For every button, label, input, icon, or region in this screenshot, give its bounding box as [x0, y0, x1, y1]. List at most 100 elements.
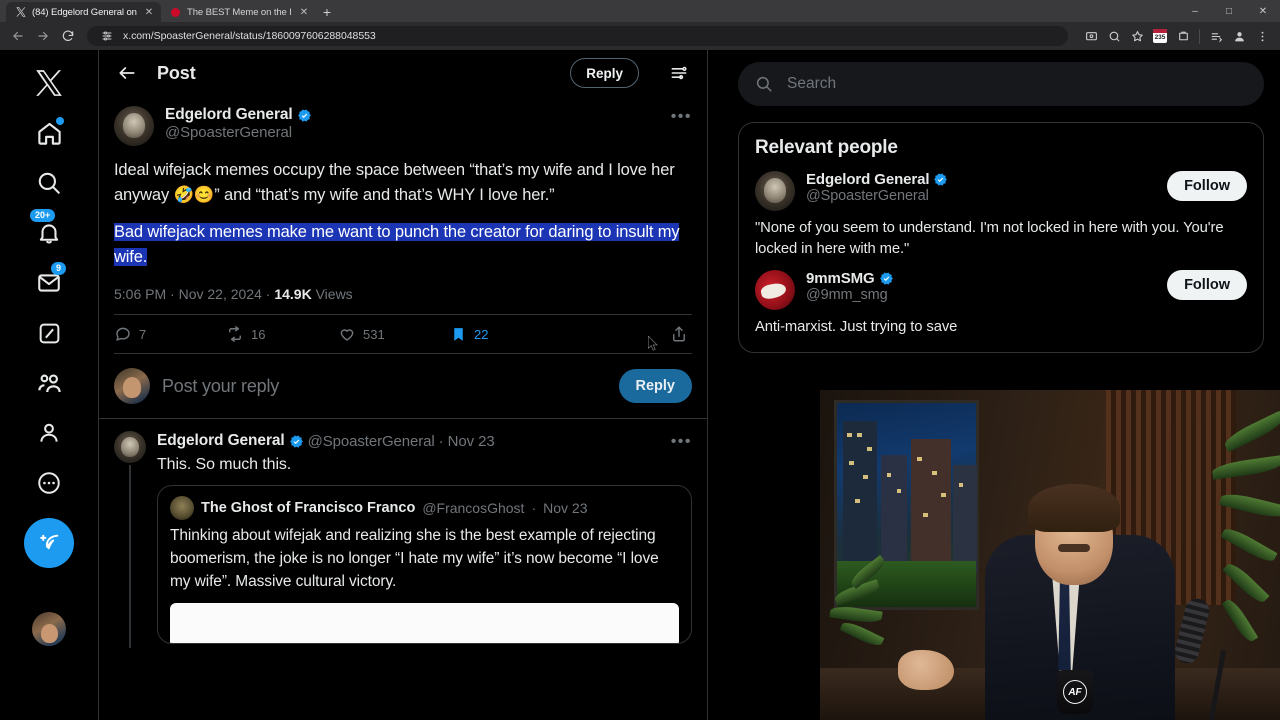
tab-strip: (84) Edgelord General on X: "( ✕ The BES… [0, 0, 1280, 22]
like-metric[interactable]: 531 [338, 325, 450, 343]
profile-icon[interactable] [1229, 26, 1249, 46]
site-settings-icon[interactable] [97, 27, 116, 46]
person-handle[interactable]: @SpoasterGeneral [806, 188, 1156, 204]
kebab-menu-icon[interactable] [1252, 26, 1272, 46]
close-window-icon[interactable]: ✕ [1246, 0, 1280, 22]
post-more-options-icon[interactable]: ••• [671, 106, 692, 126]
back-icon[interactable] [8, 26, 28, 46]
reply-input[interactable]: Post your reply [162, 376, 607, 397]
sidebar-item-communities[interactable] [24, 358, 74, 408]
reply-display-name[interactable]: Edgelord General [157, 432, 285, 450]
avatar[interactable] [170, 496, 194, 520]
split-view-icon[interactable] [1206, 26, 1226, 46]
quoted-text: Thinking about wifejak and realizing she… [170, 527, 659, 590]
address-bar[interactable]: x.com/SpoasterGeneral/status/18600976062… [87, 26, 1068, 46]
quoted-media[interactable] [170, 603, 679, 643]
search-icon [756, 76, 772, 92]
sidebar-item-messages[interactable]: 9 [24, 258, 74, 308]
quoted-date: Nov 23 [543, 500, 588, 516]
quoted-post-card[interactable]: The Ghost of Francisco Franco @FrancosGh… [157, 485, 692, 644]
post-timestamp: 5:06 PM · Nov 22, 2024 · 14.9K Views [114, 286, 353, 302]
reply-metric[interactable]: 7 [114, 325, 226, 343]
sidebar-item-home[interactable] [24, 108, 74, 158]
bookmark-metric[interactable]: 22 [450, 326, 562, 343]
reply-handle[interactable]: @SpoasterGeneral [308, 433, 435, 450]
person-hand [898, 650, 954, 690]
avatar[interactable] [114, 368, 150, 404]
separator: · [531, 500, 537, 516]
new-tab-button[interactable]: + [316, 2, 338, 22]
post-views-count: 14.9K [274, 286, 312, 302]
sidebar-item-more[interactable] [24, 458, 74, 508]
repost-metric[interactable]: 16 [226, 325, 338, 343]
reply-more-options-icon[interactable]: ••• [671, 431, 692, 451]
bookmark-star-icon[interactable] [1127, 26, 1147, 46]
person-display-name[interactable]: Edgelord General [806, 171, 930, 188]
avatar[interactable] [755, 171, 795, 211]
quoted-display-name: The Ghost of Francisco Franco [201, 500, 416, 516]
coffee-mug: AF [1057, 670, 1093, 714]
share-icon[interactable] [670, 325, 692, 343]
minimize-icon[interactable]: – [1178, 0, 1212, 22]
extensions-icon[interactable] [1173, 26, 1193, 46]
x-logo-icon [15, 7, 26, 18]
browser-tab-0[interactable]: (84) Edgelord General on X: "( ✕ [6, 2, 161, 22]
follow-button[interactable]: Follow [1167, 171, 1247, 201]
post-text: Ideal wifejack memes occupy the space be… [99, 146, 707, 270]
sidebar-item-notifications[interactable]: 20+ [24, 208, 74, 258]
post-time: 5:06 PM [114, 286, 167, 302]
post-header: Post Reply [99, 50, 707, 96]
reload-icon[interactable] [58, 26, 78, 46]
maximize-icon[interactable]: □ [1212, 0, 1246, 22]
avatar[interactable] [32, 612, 66, 646]
relevant-people-title: Relevant people [755, 137, 898, 158]
display-settings-icon[interactable] [666, 60, 692, 86]
post-paragraph-2-highlighted: Bad wifejack memes make me want to punch… [114, 223, 680, 266]
close-icon[interactable]: ✕ [143, 7, 155, 18]
sidebar-item-x-logo[interactable] [24, 58, 74, 108]
repost-count: 16 [251, 326, 266, 342]
reply-submit-button[interactable]: Reply [618, 369, 692, 403]
author-name-line: Edgelord General [165, 106, 660, 124]
person-bio: Anti-marxist. Just trying to save [755, 319, 958, 335]
page-content: 20+ 9 Post Reply Edgelord General @Spoas… [0, 50, 1280, 720]
reply-count: 7 [139, 326, 147, 342]
reply-date: Nov 23 [447, 432, 495, 450]
toolbar-divider [1199, 28, 1200, 44]
relevant-person-0[interactable]: Edgelord General @SpoasterGeneral Follow… [739, 171, 1263, 270]
sidebar-item-search[interactable] [24, 158, 74, 208]
forward-icon[interactable] [33, 26, 53, 46]
avatar[interactable] [114, 106, 154, 146]
author-display-name[interactable]: Edgelord General [165, 106, 293, 124]
compose-post-button[interactable] [24, 518, 74, 568]
back-arrow-icon[interactable] [114, 60, 140, 86]
window-controls: – □ ✕ [1178, 0, 1280, 22]
person-name-line: Edgelord General [806, 171, 1156, 188]
person-display-name[interactable]: 9mmSMG [806, 270, 875, 287]
verified-badge-icon [934, 173, 948, 186]
browser-navbar: x.com/SpoasterGeneral/status/18600976062… [0, 22, 1280, 50]
relevant-person-1[interactable]: 9mmSMG @9mm_smg Follow Anti-marxist. Jus… [739, 270, 1263, 348]
reply-header-button[interactable]: Reply [570, 58, 639, 88]
avatar[interactable] [114, 431, 146, 463]
person-handle[interactable]: @9mm_smg [806, 287, 1156, 303]
browser-tab-1[interactable]: The BEST Meme on the Interne ✕ [161, 2, 316, 22]
post-paragraph-1: Ideal wifejack memes occupy the space be… [114, 161, 675, 204]
video-overlay[interactable]: AF [820, 390, 1280, 720]
sidebar-item-grok[interactable] [24, 308, 74, 358]
cast-icon[interactable] [1081, 26, 1101, 46]
close-icon[interactable]: ✕ [298, 7, 310, 18]
sidebar-item-profile[interactable] [24, 408, 74, 458]
avatar[interactable] [755, 270, 795, 310]
search-input[interactable]: Search [738, 62, 1264, 106]
record-dot-icon [170, 7, 181, 18]
author-handle[interactable]: @SpoasterGeneral [165, 124, 660, 141]
follow-button[interactable]: Follow [1167, 270, 1247, 300]
reply-author-line: Edgelord General @SpoasterGeneral · Nov … [157, 431, 692, 451]
url-text: x.com/SpoasterGeneral/status/18600976062… [123, 30, 376, 42]
reply-composer[interactable]: Post your reply Reply [99, 354, 707, 418]
relevant-people-card: Relevant people Edgelord General @Spoast… [738, 122, 1264, 353]
calendar-icon[interactable]: 235 [1150, 26, 1170, 46]
calendar-badge: 235 [1154, 34, 1166, 41]
zoom-icon[interactable] [1104, 26, 1124, 46]
